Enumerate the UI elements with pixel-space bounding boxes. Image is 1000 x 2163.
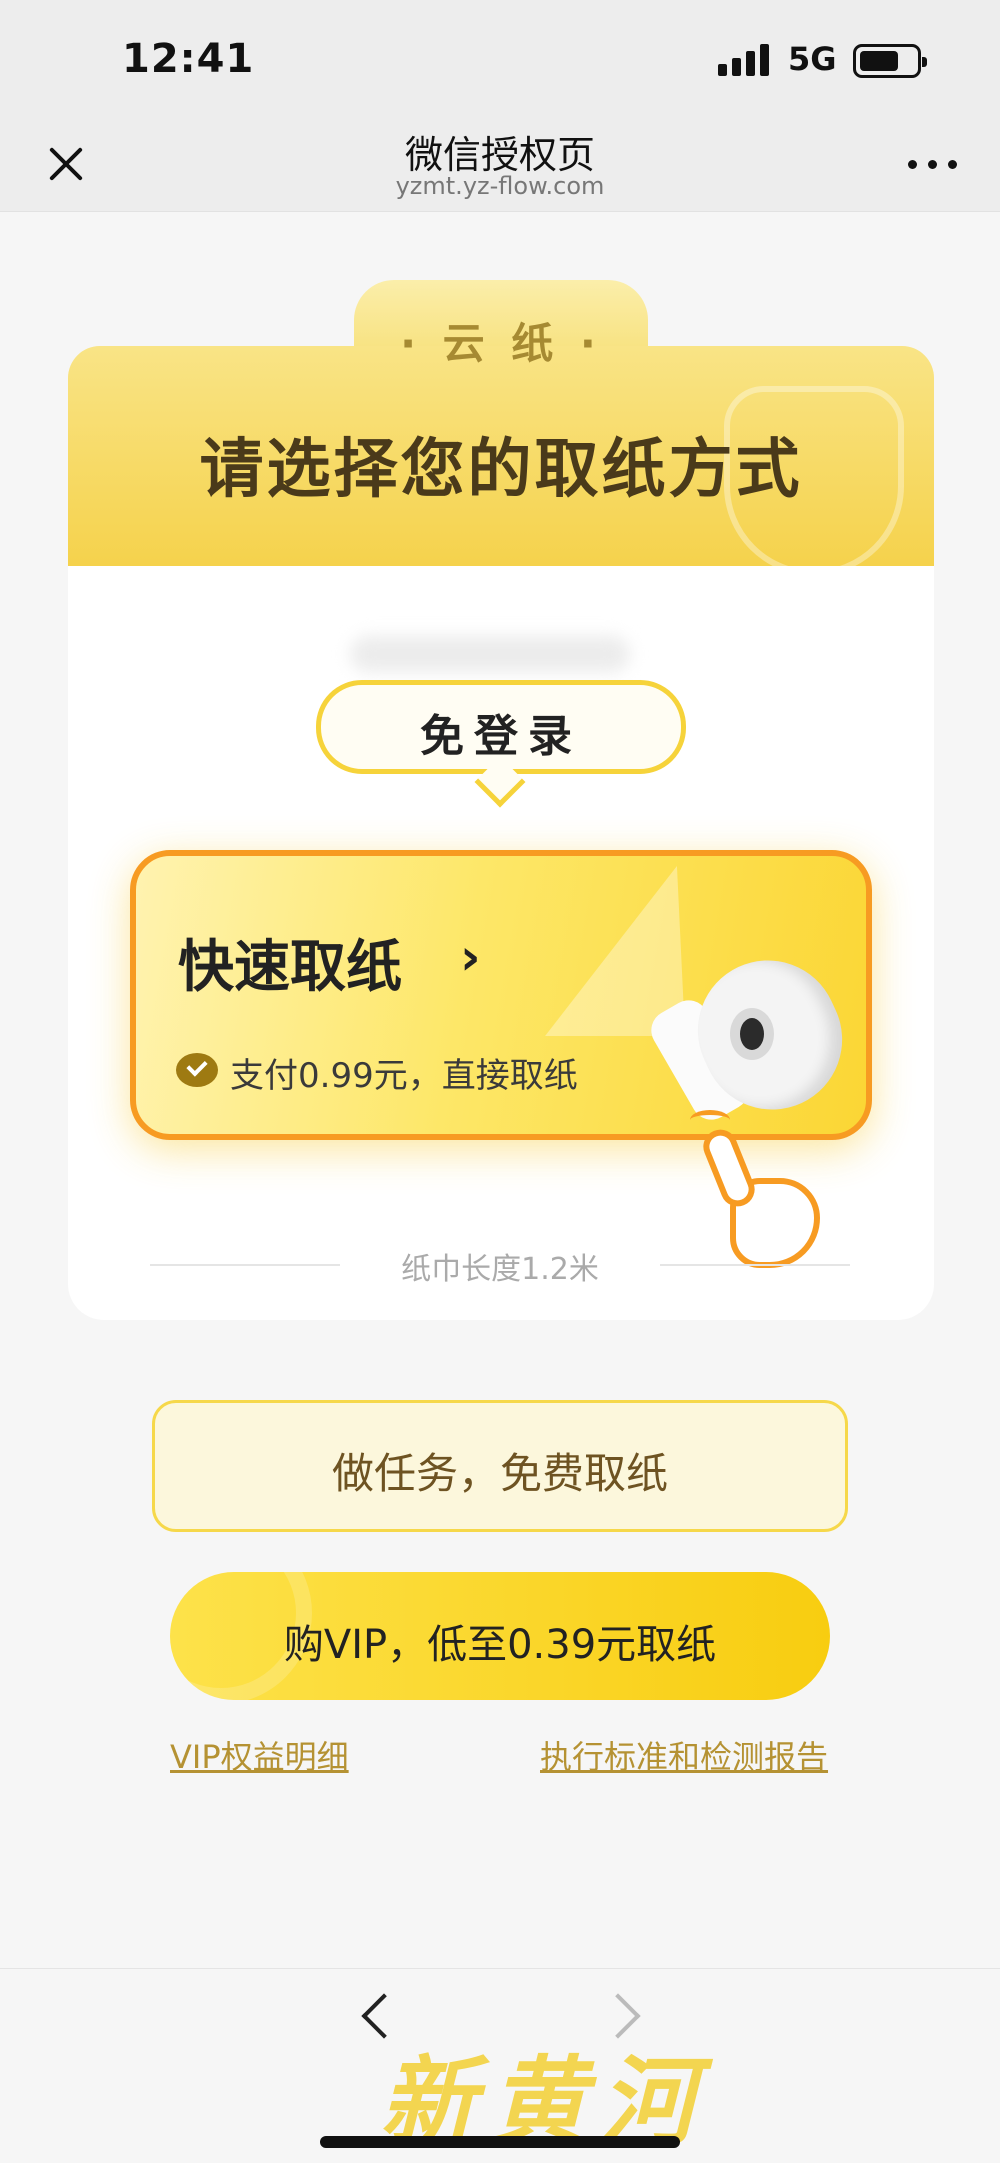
vip-details-link[interactable]: VIP权益明细	[170, 1732, 349, 1778]
vip-button-label[interactable]: 购VIP，低至0.39元取纸	[170, 1612, 830, 1670]
header-title: 请选择您的取纸方式	[199, 433, 803, 507]
nav-bar: 微信授权页 yzmt.yz-flow.com	[0, 120, 1000, 212]
brand-label: · 云 纸 ·	[400, 319, 602, 368]
report-link[interactable]: 执行标准和检测报告	[540, 1732, 828, 1778]
battery-icon	[853, 44, 927, 78]
page-url: yzmt.yz-flow.com	[395, 172, 605, 200]
chevron-right-icon[interactable]: ›	[460, 928, 481, 986]
status-time: 12:41	[122, 36, 255, 82]
badge-label: 免登录	[420, 711, 582, 762]
blurred-text	[350, 636, 630, 672]
tissue-roll-icon	[644, 937, 866, 1133]
tissue-length-note: 纸巾长度1.2米	[401, 1252, 599, 1287]
home-indicator	[320, 2136, 680, 2148]
network-label: 5G	[788, 40, 837, 78]
more-icon[interactable]	[908, 156, 958, 172]
quick-take-title[interactable]: 快速取纸	[178, 922, 402, 1003]
page-title: 微信授权页	[404, 133, 595, 177]
wechat-pay-icon	[176, 1053, 218, 1087]
task-button-label[interactable]: 做任务，免费取纸	[152, 1440, 848, 1501]
quick-take-subtitle: 支付0.99元，直接取纸	[230, 1056, 578, 1096]
status-bar: 12:41 5G	[0, 0, 1000, 120]
signal-icon	[718, 44, 770, 76]
